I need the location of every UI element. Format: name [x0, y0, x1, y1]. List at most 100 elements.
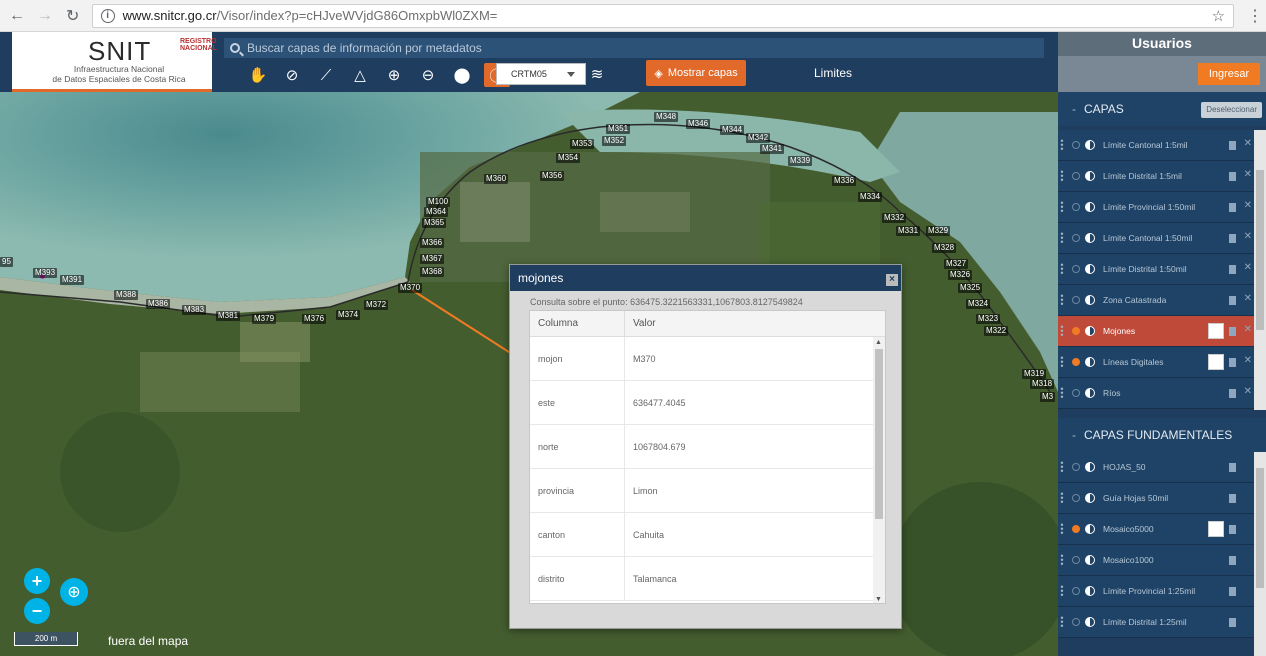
visibility-toggle[interactable] [1072, 618, 1080, 626]
layer-item[interactable]: • • • Ríos ✕ [1058, 378, 1254, 409]
visibility-toggle[interactable] [1072, 556, 1080, 564]
legend-icon[interactable] [1208, 354, 1224, 370]
drag-handle-icon[interactable]: • • • [1059, 354, 1065, 371]
login-button[interactable]: Ingresar [1198, 63, 1260, 85]
metadata-search-input[interactable]: Buscar capas de información por metadato… [224, 38, 1044, 58]
metadata-document-icon[interactable] [1229, 172, 1236, 181]
legend-icon[interactable] [1208, 323, 1224, 339]
visibility-toggle[interactable] [1072, 234, 1080, 242]
zoom-in-button[interactable]: + [24, 568, 50, 594]
metadata-document-icon[interactable] [1229, 587, 1236, 596]
layer-item[interactable]: • • • Límite Distrital 1:25mil [1058, 607, 1254, 638]
layer-item[interactable]: • • • Límite Provincial 1:25mil [1058, 576, 1254, 607]
drag-handle-icon[interactable]: • • • [1059, 552, 1065, 569]
layer-item[interactable]: • • • Mosaico1000 [1058, 545, 1254, 576]
drag-handle-icon[interactable]: • • • [1059, 583, 1065, 600]
opacity-icon[interactable] [1085, 586, 1095, 596]
metadata-document-icon[interactable] [1229, 203, 1236, 212]
forward-icon[interactable]: → [34, 5, 56, 27]
scrollbar-thumb[interactable] [1256, 468, 1264, 588]
scrollbar-thumb[interactable] [875, 349, 883, 519]
metadata-document-icon[interactable] [1229, 327, 1236, 336]
drag-handle-icon[interactable]: • • • [1059, 168, 1065, 185]
visibility-toggle[interactable] [1072, 327, 1080, 335]
drag-handle-icon[interactable]: • • • [1059, 137, 1065, 154]
zoom-out-icon[interactable]: ⊖ [416, 63, 440, 87]
address-bar[interactable]: i www.snitcr.go.cr/Visor/index?p=cHJveWV… [91, 3, 1235, 28]
opacity-icon[interactable] [1085, 388, 1095, 398]
visibility-toggle[interactable] [1072, 463, 1080, 471]
metadata-document-icon[interactable] [1229, 265, 1236, 274]
table-scrollbar[interactable]: ▲ ▼ [873, 337, 885, 603]
measure-line-icon[interactable]: ⟋ [314, 63, 338, 87]
drag-handle-icon[interactable]: • • • [1059, 614, 1065, 631]
opacity-icon[interactable] [1085, 524, 1095, 534]
projection-select[interactable]: CRTM05 [496, 63, 586, 85]
back-icon[interactable]: ← [6, 5, 28, 27]
layer-item[interactable]: • • • Límite Distrital 1:5mil ✕ [1058, 161, 1254, 192]
measure-area-icon[interactable]: △ [348, 63, 372, 87]
pan-hand-icon[interactable]: ✋ [246, 63, 270, 87]
metadata-document-icon[interactable] [1229, 296, 1236, 305]
layer-item[interactable]: • • • HOJAS_50 [1058, 452, 1254, 483]
metadata-document-icon[interactable] [1229, 141, 1236, 150]
opacity-icon[interactable] [1085, 617, 1095, 627]
scroll-down-icon[interactable]: ▼ [875, 596, 882, 603]
remove-layer-icon[interactable]: ✕ [1244, 293, 1252, 304]
metadata-document-icon[interactable] [1229, 525, 1236, 534]
drag-handle-icon[interactable]: • • • [1059, 490, 1065, 507]
metadata-document-icon[interactable] [1229, 618, 1236, 627]
metadata-document-icon[interactable] [1229, 389, 1236, 398]
globe-icon[interactable]: ⊕ [60, 578, 88, 606]
visibility-toggle[interactable] [1072, 296, 1080, 304]
visibility-toggle[interactable] [1072, 587, 1080, 595]
metadata-document-icon[interactable] [1229, 494, 1236, 503]
drag-handle-icon[interactable]: • • • [1059, 261, 1065, 278]
layer-item[interactable]: • • • Límite Cantonal 1:5mil ✕ [1058, 130, 1254, 161]
drag-handle-icon[interactable]: • • • [1059, 323, 1065, 340]
metadata-document-icon[interactable] [1229, 463, 1236, 472]
close-icon[interactable]: × [886, 274, 898, 286]
scroll-up-icon[interactable]: ▲ [875, 339, 882, 346]
show-layers-button[interactable]: ◈ Mostrar capas [646, 60, 746, 86]
reload-icon[interactable]: ↻ [62, 5, 84, 27]
opacity-icon[interactable] [1085, 171, 1095, 181]
remove-layer-icon[interactable]: ✕ [1244, 138, 1252, 149]
zoom-out-button[interactable]: − [24, 598, 50, 624]
zoom-in-icon[interactable]: ⊕ [382, 63, 406, 87]
drag-handle-icon[interactable]: • • • [1059, 521, 1065, 538]
layers-settings-icon[interactable]: ≋ [586, 64, 608, 84]
remove-layer-icon[interactable]: ✕ [1244, 386, 1252, 397]
visibility-toggle[interactable] [1072, 389, 1080, 397]
location-pin-icon[interactable]: ⬤ [450, 63, 474, 87]
compass-icon[interactable]: ⊘ [280, 63, 304, 87]
metadata-document-icon[interactable] [1229, 234, 1236, 243]
opacity-icon[interactable] [1085, 493, 1095, 503]
remove-layer-icon[interactable]: ✕ [1244, 324, 1252, 335]
drag-handle-icon[interactable]: • • • [1059, 292, 1065, 309]
capas-scrollbar[interactable] [1254, 130, 1266, 410]
drag-handle-icon[interactable]: • • • [1059, 199, 1065, 216]
layer-item[interactable]: • • • Límite Cantonal 1:50mil ✕ [1058, 223, 1254, 254]
visibility-toggle[interactable] [1072, 358, 1080, 366]
layer-item[interactable]: • • • Mojones ✕ [1058, 316, 1254, 347]
opacity-icon[interactable] [1085, 140, 1095, 150]
opacity-icon[interactable] [1085, 555, 1095, 565]
visibility-toggle[interactable] [1072, 203, 1080, 211]
deselect-button[interactable]: Deseleccionar [1201, 102, 1262, 118]
opacity-icon[interactable] [1085, 326, 1095, 336]
visibility-toggle[interactable] [1072, 172, 1080, 180]
opacity-icon[interactable] [1085, 264, 1095, 274]
layer-item[interactable]: • • • Mosaico5000 [1058, 514, 1254, 545]
visibility-toggle[interactable] [1072, 265, 1080, 273]
layer-item[interactable]: • • • Zona Catastrada ✕ [1058, 285, 1254, 316]
visibility-toggle[interactable] [1072, 525, 1080, 533]
remove-layer-icon[interactable]: ✕ [1244, 355, 1252, 366]
remove-layer-icon[interactable]: ✕ [1244, 169, 1252, 180]
remove-layer-icon[interactable]: ✕ [1244, 231, 1252, 242]
drag-handle-icon[interactable]: • • • [1059, 459, 1065, 476]
metadata-document-icon[interactable] [1229, 358, 1236, 367]
bookmark-star-icon[interactable]: ☆ [1212, 7, 1225, 25]
drag-handle-icon[interactable]: • • • [1059, 385, 1065, 402]
remove-layer-icon[interactable]: ✕ [1244, 200, 1252, 211]
